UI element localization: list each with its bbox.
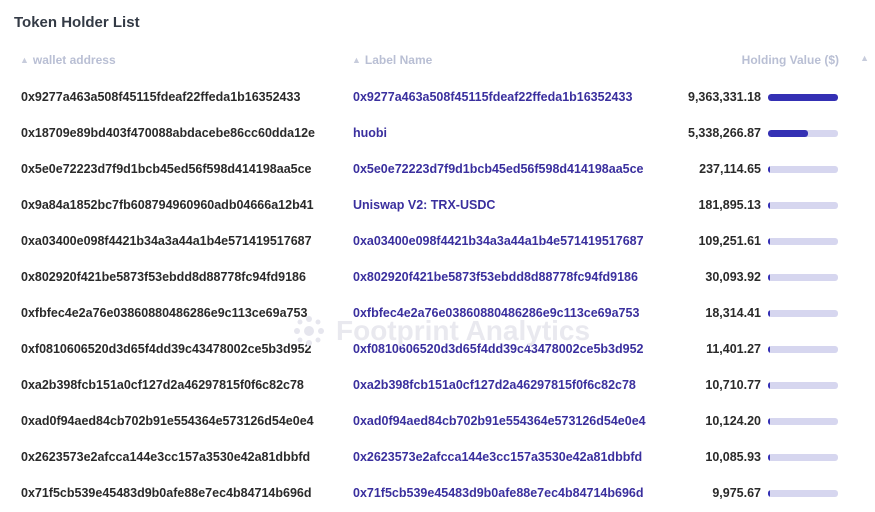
table-row: 0xad0f94aed84cb702b91e554364e573126d54e0… <box>0 404 875 440</box>
holding-value-cell: 18,314.41 <box>705 306 761 320</box>
holding-bar-track <box>768 346 838 353</box>
column-header-holding[interactable]: Holding Value ($) <box>742 53 839 67</box>
wallet-address-cell: 0x802920f421be5873f53ebdd8d88778fc94fd91… <box>21 270 306 284</box>
label-name-link[interactable]: 0xfbfec4e2a76e03860880486286e9c113ce69a7… <box>353 306 639 320</box>
holding-value-cell: 30,093.92 <box>705 270 761 284</box>
wallet-address-cell: 0xa2b398fcb151a0cf127d2a46297815f0f6c82c… <box>21 378 304 392</box>
holding-bar-fill <box>768 418 770 425</box>
column-header-extra[interactable]: ▲ <box>860 53 873 63</box>
wallet-address-cell: 0x2623573e2afcca144e3cc157a3530e42a81dbb… <box>21 450 311 464</box>
holding-bar-track <box>768 238 838 245</box>
holding-bar-fill <box>768 238 770 245</box>
sort-caret-icon: ▲ <box>20 55 29 65</box>
holder-table-body: 0x9277a463a508f45115fdeaf22ffeda1b163524… <box>0 80 875 512</box>
table-header: ▲ wallet address ▲ Label Name Holding Va… <box>0 53 875 71</box>
holding-bar-fill <box>768 490 770 497</box>
holding-bar-track <box>768 202 838 209</box>
wallet-address-cell: 0xa03400e098f4421b34a3a44a1b4e5714195176… <box>21 234 312 248</box>
table-row: 0xfbfec4e2a76e03860880486286e9c113ce69a7… <box>0 296 875 332</box>
table-row: 0x18709e89bd403f470088abdacebe86cc60dda1… <box>0 116 875 152</box>
wallet-address-cell: 0xad0f94aed84cb702b91e554364e573126d54e0… <box>21 414 314 428</box>
sort-caret-icon: ▲ <box>860 53 869 63</box>
label-name-link[interactable]: 0x802920f421be5873f53ebdd8d88778fc94fd91… <box>353 270 638 284</box>
holding-value-cell: 10,124.20 <box>705 414 761 428</box>
wallet-address-cell: 0x9a84a1852bc7fb608794960960adb04666a12b… <box>21 198 314 212</box>
holding-bar-track <box>768 454 838 461</box>
wallet-address-cell: 0x18709e89bd403f470088abdacebe86cc60dda1… <box>21 126 315 140</box>
table-row: 0xf0810606520d3d65f4dd39c43478002ce5b3d9… <box>0 332 875 368</box>
table-row: 0x9a84a1852bc7fb608794960960adb04666a12b… <box>0 188 875 224</box>
table-row: 0x9277a463a508f45115fdeaf22ffeda1b163524… <box>0 80 875 116</box>
holding-bar-track <box>768 418 838 425</box>
holding-bar-track <box>768 382 838 389</box>
wallet-address-cell: 0xfbfec4e2a76e03860880486286e9c113ce69a7… <box>21 306 308 320</box>
holding-bar-fill <box>768 382 770 389</box>
label-name-link[interactable]: 0x2623573e2afcca144e3cc157a3530e42a81dbb… <box>353 450 642 464</box>
sort-caret-icon: ▲ <box>352 55 361 65</box>
holding-bar-fill <box>768 274 770 281</box>
column-header-label-label: Label Name <box>364 53 433 67</box>
page-title: Token Holder List <box>14 14 140 31</box>
wallet-address-cell: 0x5e0e72223d7f9d1bcb45ed56f598d414198aa5… <box>21 162 312 176</box>
table-row: 0xa03400e098f4421b34a3a44a1b4e5714195176… <box>0 224 875 260</box>
label-name-link[interactable]: 0x9277a463a508f45115fdeaf22ffeda1b163524… <box>353 90 632 104</box>
holding-value-cell: 10,710.77 <box>705 378 761 392</box>
holding-value-cell: 181,895.13 <box>698 198 761 212</box>
label-name-link[interactable]: 0xf0810606520d3d65f4dd39c43478002ce5b3d9… <box>353 342 644 356</box>
holding-value-cell: 5,338,266.87 <box>688 126 761 140</box>
table-row: 0x5e0e72223d7f9d1bcb45ed56f598d414198aa5… <box>0 152 875 188</box>
column-header-holding-label: Holding Value ($) <box>741 53 839 67</box>
holding-bar-fill <box>768 346 770 353</box>
wallet-address-cell: 0x9277a463a508f45115fdeaf22ffeda1b163524… <box>21 90 301 104</box>
label-name-link[interactable]: 0x71f5cb539e45483d9b0afe88e7ec4b84714b69… <box>353 486 644 500</box>
table-row: 0xa2b398fcb151a0cf127d2a46297815f0f6c82c… <box>0 368 875 404</box>
holding-bar-fill <box>768 166 770 173</box>
holding-bar-track <box>768 490 838 497</box>
label-name-link[interactable]: 0xad0f94aed84cb702b91e554364e573126d54e0… <box>353 414 646 428</box>
label-name-link[interactable]: 0x5e0e72223d7f9d1bcb45ed56f598d414198aa5… <box>353 162 644 176</box>
holding-value-cell: 109,251.61 <box>698 234 761 248</box>
holding-bar-fill <box>768 94 838 101</box>
holding-value-cell: 9,975.67 <box>712 486 761 500</box>
label-name-link[interactable]: huobi <box>353 126 387 140</box>
label-name-link[interactable]: Uniswap V2: TRX-USDC <box>353 198 495 212</box>
table-row: 0x802920f421be5873f53ebdd8d88778fc94fd91… <box>0 260 875 296</box>
holding-bar-track <box>768 310 838 317</box>
column-header-label[interactable]: ▲ Label Name <box>352 53 432 67</box>
holding-bar-fill <box>768 130 808 137</box>
holding-value-cell: 9,363,331.18 <box>688 90 761 104</box>
holding-value-cell: 237,114.65 <box>699 162 761 176</box>
column-header-wallet-label: wallet address <box>32 53 116 67</box>
wallet-address-cell: 0xf0810606520d3d65f4dd39c43478002ce5b3d9… <box>21 342 312 356</box>
holding-bar-fill <box>768 454 770 461</box>
table-row: 0x71f5cb539e45483d9b0afe88e7ec4b84714b69… <box>0 476 875 512</box>
wallet-address-cell: 0x71f5cb539e45483d9b0afe88e7ec4b84714b69… <box>21 486 312 500</box>
holding-value-cell: 10,085.93 <box>705 450 761 464</box>
holding-bar-track <box>768 274 838 281</box>
column-header-wallet[interactable]: ▲ wallet address <box>20 53 116 67</box>
holding-bar-track <box>768 166 838 173</box>
holding-bar-fill <box>768 202 770 209</box>
label-name-link[interactable]: 0xa03400e098f4421b34a3a44a1b4e5714195176… <box>353 234 644 248</box>
table-row: 0x2623573e2afcca144e3cc157a3530e42a81dbb… <box>0 440 875 476</box>
holding-bar-track <box>768 130 838 137</box>
holding-bar-fill <box>768 310 770 317</box>
label-name-link[interactable]: 0xa2b398fcb151a0cf127d2a46297815f0f6c82c… <box>353 378 636 392</box>
holding-bar-track <box>768 94 838 101</box>
holding-value-cell: 11,401.27 <box>706 342 761 356</box>
